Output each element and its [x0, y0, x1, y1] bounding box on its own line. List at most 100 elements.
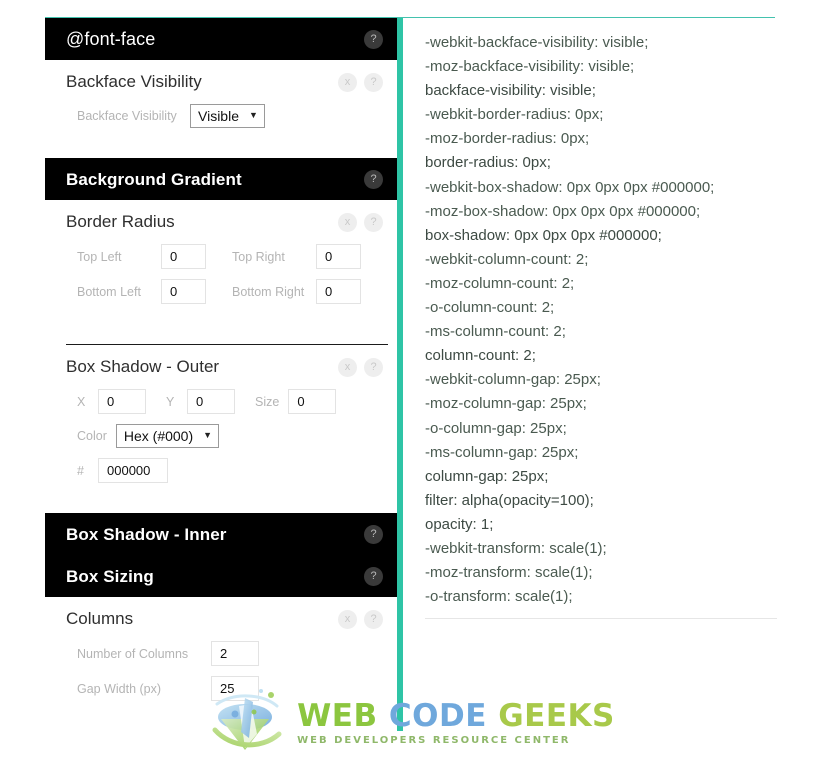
field-label-color: Color	[77, 429, 107, 443]
section-title-box-shadow-inner: Box Shadow - Inner	[66, 524, 227, 544]
css-output-bottom-rule	[425, 618, 777, 620]
section-head-border-radius[interactable]: Border Radius x ?	[45, 200, 383, 238]
logo-word-web: WEB	[297, 698, 378, 734]
main-shell: @font-face ? Backface Visibility x ? Bac…	[45, 18, 777, 731]
css-output-list[interactable]: -webkit-backface-visibility: visible; -mo…	[425, 18, 777, 609]
css-output-line: -ms-column-gap: 25px;	[425, 443, 579, 461]
field-label-top-right: Top Right	[232, 249, 285, 264]
css-output-line: -moz-backface-visibility: visible;	[425, 58, 635, 76]
help-icon[interactable]: ?	[364, 73, 383, 92]
css-output-line: filter: alpha(opacity=100);	[425, 491, 594, 509]
css-output-line: -o-column-gap: 25px;	[425, 419, 567, 437]
field-label-backface-visibility: Backface Visibility	[77, 109, 177, 123]
logo-tagline: WEB DEVELOPERS RESOURCE CENTER	[297, 735, 571, 746]
field-label-hash: #	[77, 463, 84, 478]
field-label-bottom-left: Bottom Left	[77, 284, 141, 299]
close-icon[interactable]: x	[338, 213, 357, 232]
section-border-radius: Border Radius x ? Top Left 0 Top Right 0…	[45, 200, 397, 345]
css-output-line: -webkit-transform: scale(1);	[425, 539, 607, 557]
css-output-line: column-count: 2;	[425, 347, 536, 365]
box-shadow-y-input[interactable]: 0	[187, 389, 235, 414]
field-label-x: X	[77, 394, 86, 409]
css-output-line: -moz-column-gap: 25px;	[425, 395, 587, 413]
section-body-box-shadow-outer: X 0 Y 0 Size 0 Color Hex (#000) ▼ # 0000…	[45, 383, 383, 513]
logo-word-geeks: GEEKS	[498, 698, 615, 734]
backface-visibility-select[interactable]: Visible ▼	[190, 104, 265, 128]
css-output-line: -webkit-box-shadow: 0px 0px 0px #000000;	[425, 178, 715, 196]
css-output-line: opacity: 1;	[425, 515, 494, 533]
section-backface-visibility: Backface Visibility x ? Backface Visibil…	[45, 60, 397, 158]
box-shadow-color-format-select[interactable]: Hex (#000) ▼	[115, 424, 220, 448]
field-row: Backface Visibility Visible ▼	[77, 104, 383, 128]
css-output-line: -moz-border-radius: 0px;	[425, 130, 590, 148]
site-footer: WEB CODE GEEKS WEB DEVELOPERS RESOURCE C…	[0, 686, 820, 761]
css-output-line: -webkit-column-gap: 25px;	[425, 371, 601, 389]
close-icon[interactable]: x	[338, 358, 357, 377]
field-label-size: Size	[255, 394, 280, 409]
chevron-down-icon: ▼	[203, 430, 213, 440]
box-shadow-x-input[interactable]: 0	[98, 389, 146, 414]
css-output-line: column-gap: 25px;	[425, 467, 549, 485]
field-label-top-left: Top Left	[77, 249, 122, 264]
css-output-line: -o-column-count: 2;	[425, 299, 555, 317]
app-page: @font-face ? Backface Visibility x ? Bac…	[0, 0, 820, 760]
field-row: X 0 Y 0 Size 0	[77, 389, 383, 414]
help-icon[interactable]: ?	[364, 610, 383, 629]
box-shadow-hex-input[interactable]: 000000	[98, 458, 168, 483]
section-head-backface-visibility[interactable]: Backface Visibility x ?	[45, 60, 383, 98]
border-radius-top-left-input[interactable]: 0	[161, 244, 206, 269]
border-radius-bottom-right-input[interactable]: 0	[316, 279, 361, 304]
help-icon[interactable]: ?	[364, 213, 383, 232]
field-row: Color Hex (#000) ▼	[77, 424, 383, 448]
css-output-line: -webkit-backface-visibility: visible;	[425, 34, 649, 51]
css-output-line: box-shadow: 0px 0px 0px #000000;	[425, 226, 662, 244]
css-output-line: -webkit-border-radius: 0px;	[425, 106, 604, 124]
help-icon[interactable]: ?	[364, 566, 383, 586]
property-panel: @font-face ? Backface Visibility x ? Bac…	[45, 18, 397, 731]
close-icon[interactable]: x	[338, 73, 357, 92]
logo-mark-icon	[205, 686, 291, 761]
section-header-font-face[interactable]: @font-face ?	[45, 18, 397, 60]
logo-wordmark: WEB CODE GEEKS	[297, 701, 615, 732]
section-body-border-radius: Top Left 0 Top Right 0 Bottom Left 0 Bot…	[45, 238, 383, 334]
section-title-font-face: @font-face	[66, 29, 156, 49]
help-icon[interactable]: ?	[364, 524, 383, 544]
css-output-line: -moz-transform: scale(1);	[425, 564, 593, 582]
css-output-panel: -webkit-backface-visibility: visible; -mo…	[403, 18, 777, 620]
field-row: Number of Columns 2	[77, 641, 383, 666]
css-output-line: backface-visibility: visible;	[425, 82, 596, 100]
close-icon[interactable]: x	[338, 610, 357, 629]
css-output-line: -moz-column-count: 2;	[425, 274, 575, 292]
css-output-line: -moz-box-shadow: 0px 0px 0px #000000;	[425, 202, 701, 220]
section-header-background-gradient[interactable]: Background Gradient ?	[45, 158, 397, 200]
border-radius-top-right-input[interactable]: 0	[316, 244, 361, 269]
css-output-line: border-radius: 0px;	[425, 154, 551, 172]
section-header-box-sizing[interactable]: Box Sizing ?	[45, 555, 397, 597]
field-row: Bottom Left 0 Bottom Right 0	[77, 279, 383, 304]
help-icon[interactable]: ?	[364, 358, 383, 377]
section-header-box-shadow-inner[interactable]: Box Shadow - Inner ?	[45, 513, 397, 555]
select-value: Visible	[198, 108, 239, 124]
css-output-line: -o-transform: scale(1);	[425, 588, 573, 606]
section-title-background-gradient: Background Gradient	[66, 169, 242, 189]
web-code-geeks-logo[interactable]: WEB CODE GEEKS WEB DEVELOPERS RESOURCE C…	[205, 686, 615, 761]
select-value: Hex (#000)	[123, 428, 194, 444]
logo-word-code: CODE	[388, 698, 487, 734]
field-row: Top Left 0 Top Right 0	[77, 244, 383, 269]
section-title-backface-visibility: Backface Visibility	[66, 72, 202, 92]
section-title-columns: Columns	[66, 609, 134, 629]
box-shadow-size-input[interactable]: 0	[288, 389, 337, 414]
field-row: # 000000	[77, 458, 383, 483]
section-title-border-radius: Border Radius	[66, 212, 175, 232]
help-icon[interactable]: ?	[364, 169, 383, 189]
section-head-box-shadow-outer[interactable]: Box Shadow - Outer x ?	[45, 345, 383, 383]
number-of-columns-input[interactable]: 2	[211, 641, 259, 666]
chevron-down-icon: ▼	[249, 110, 258, 120]
field-label-bottom-right: Bottom Right	[232, 284, 305, 299]
section-body-backface-visibility: Backface Visibility Visible ▼	[45, 98, 383, 158]
section-title-box-sizing: Box Sizing	[66, 566, 154, 586]
help-icon[interactable]: ?	[364, 29, 383, 49]
section-head-columns[interactable]: Columns x ?	[45, 597, 383, 635]
section-title-box-shadow-outer: Box Shadow - Outer	[66, 357, 220, 377]
border-radius-bottom-left-input[interactable]: 0	[161, 279, 206, 304]
